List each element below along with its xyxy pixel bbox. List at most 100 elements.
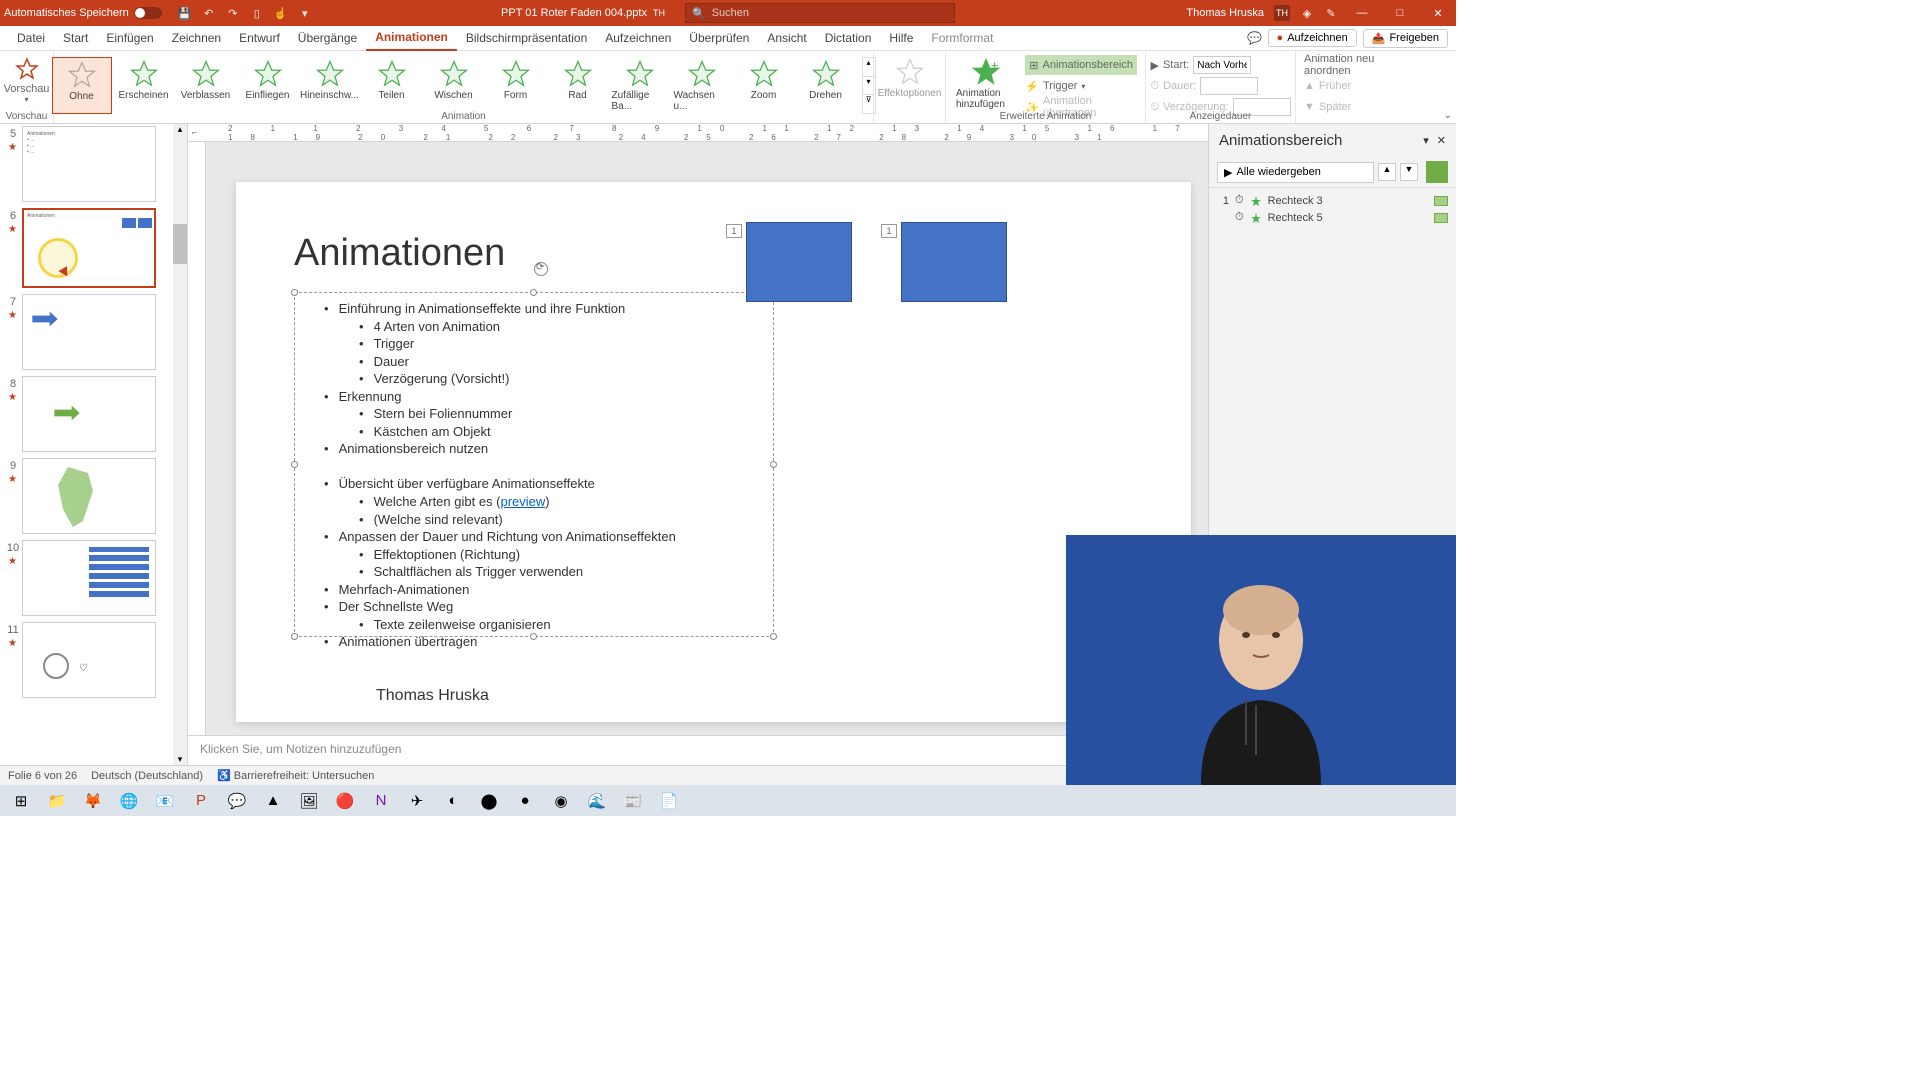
tab-einfuegen[interactable]: Einfügen [97,26,162,51]
start-select[interactable] [1193,56,1251,74]
slide-title[interactable]: Animationen [294,232,505,275]
move-earlier[interactable]: ▲Früher [1304,76,1418,96]
anim-zufall[interactable]: Zufällige Ba... [610,57,670,114]
animation-entry-2[interactable]: ⏱ Rechteck 5 [1213,209,1452,226]
content-body[interactable]: Einführung in Animationseffekte und ihre… [304,300,676,651]
timing-start[interactable]: ▶Start: [1150,55,1290,75]
slide-editor[interactable]: Animationen [206,142,1208,735]
close-button[interactable]: ✕ [1424,0,1452,26]
thumbnail-8[interactable]: 8★ [4,376,183,452]
add-animation-button[interactable]: + Animation hinzufügen [950,53,1021,119]
animation-tag-1[interactable]: 1 [726,224,742,238]
app-icon-4[interactable]: ◐ [436,787,470,815]
diamond-icon[interactable]: ◈ [1300,6,1314,20]
thumbnail-6[interactable]: 6★ Animationen [4,208,183,288]
app-icon-5[interactable]: ● [508,787,542,815]
anim-form[interactable]: Form [486,57,546,114]
user-name[interactable]: Thomas Hruska [1186,7,1264,19]
tab-hilfe[interactable]: Hilfe [880,26,922,51]
tab-formformat[interactable]: Formformat [922,26,1002,51]
anim-wachsen[interactable]: Wachsen u... [672,57,732,114]
thumbnail-5[interactable]: 5★ Animationen• ...• ...• ... [4,126,183,202]
close-pane-icon[interactable]: ✕ [1437,134,1446,147]
app-icon-8[interactable]: 📄 [652,787,686,815]
explorer-icon[interactable]: 📁 [40,787,74,815]
user-avatar[interactable]: TH [1274,5,1290,21]
play-all-button[interactable]: ▶Alle wiedergeben [1217,162,1374,183]
anim-teilen[interactable]: Teilen [362,57,422,114]
search-box[interactable]: 🔍 [685,3,955,23]
autosave-toggle[interactable]: Automatisches Speichern [4,7,162,19]
animation-tag-2[interactable]: 1 [881,224,897,238]
anim-wischen[interactable]: Wischen [424,57,484,114]
thumbnail-7[interactable]: 7★ [4,294,183,370]
app-icon-2[interactable]: 🖼 [292,787,326,815]
anim-drehen[interactable]: Drehen [796,57,856,114]
accessibility-checker[interactable]: ♿ Barrierefreiheit: Untersuchen [217,769,374,782]
preview-link[interactable]: preview [501,494,546,509]
preview-button[interactable]: Vorschau▾ [0,53,55,108]
slide-canvas[interactable]: Animationen [236,182,1191,722]
tab-zeichnen[interactable]: Zeichnen [163,26,230,51]
maximize-button[interactable]: □ [1386,0,1414,26]
touch-icon[interactable]: ☝ [274,6,288,20]
anim-einfliegen[interactable]: Einfliegen [238,57,298,114]
timing-duration[interactable]: ⏱Dauer: [1150,76,1290,96]
move-down-button[interactable]: ▼ [1400,163,1418,181]
pen-icon[interactable]: ✎ [1324,6,1338,20]
anim-ohne[interactable]: Ohne [52,57,112,114]
tab-dictation[interactable]: Dictation [816,26,881,51]
trigger-button[interactable]: ⚡Trigger▾ [1025,76,1137,96]
move-up-button[interactable]: ▲ [1378,163,1396,181]
obs-icon[interactable]: ⬤ [472,787,506,815]
notes-pane[interactable]: Klicken Sie, um Notizen hinzuzufügen [188,735,1208,765]
telegram-icon[interactable]: ✈ [400,787,434,815]
app-icon[interactable]: 💬 [220,787,254,815]
anim-zoom[interactable]: Zoom [734,57,794,114]
vlc-icon[interactable]: ▲ [256,787,290,815]
anim-verblassen[interactable]: Verblassen [176,57,236,114]
collapse-ribbon-icon[interactable]: ⌄ [1444,110,1452,121]
anim-hineinschweben[interactable]: Hineinschw... [300,57,360,114]
tab-bildschirmpraesentation[interactable]: Bildschirmpräsentation [457,26,596,51]
app-icon-3[interactable]: 🔴 [328,787,362,815]
share-button[interactable]: 📤Freigeben [1363,29,1448,48]
rotate-handle[interactable] [534,262,548,276]
firefox-icon[interactable]: 🦊 [76,787,110,815]
anim-erscheinen[interactable]: Erscheinen [114,57,174,114]
undo-icon[interactable]: ↶ [202,6,216,20]
qat-more-icon[interactable]: ▾ [298,6,312,20]
tab-animationen[interactable]: Animationen [366,26,457,51]
start-button[interactable]: ⊞ [4,787,38,815]
comments-icon[interactable]: 💬 [1248,31,1262,45]
pane-options-icon[interactable]: ▾ [1423,134,1429,147]
thumbnail-11[interactable]: 11★ ♡ [4,622,183,698]
tab-entwurf[interactable]: Entwurf [230,26,289,51]
present-icon[interactable]: ▯ [250,6,264,20]
redo-icon[interactable]: ↷ [226,6,240,20]
move-later[interactable]: ▼Später [1304,97,1418,117]
search-input[interactable] [712,7,948,19]
tab-aufzeichnen[interactable]: Aufzeichnen [596,26,680,51]
powerpoint-icon[interactable]: P [184,787,218,815]
duration-input[interactable] [1200,77,1258,95]
timeline-zoom-button[interactable] [1426,161,1448,183]
tab-uebergaenge[interactable]: Übergänge [289,26,366,51]
animation-pane-toggle[interactable]: ⊞Animationsbereich [1025,55,1137,75]
edge-icon[interactable]: 🌊 [580,787,614,815]
thumbnail-9[interactable]: 9★ [4,458,183,534]
anim-rad[interactable]: Rad [548,57,608,114]
record-button[interactable]: ●Aufzeichnen [1268,29,1357,47]
rectangle-3[interactable] [746,222,852,302]
onenote-icon[interactable]: N [364,787,398,815]
thumbnail-10[interactable]: 10★ [4,540,183,616]
author-text[interactable]: Thomas Hruska [376,687,489,705]
outlook-icon[interactable]: 📧 [148,787,182,815]
rectangle-5[interactable] [901,222,1007,302]
tab-ueberpruefen[interactable]: Überprüfen [680,26,758,51]
tab-ansicht[interactable]: Ansicht [758,26,815,51]
chrome-icon[interactable]: 🌐 [112,787,146,815]
animation-entry-1[interactable]: 1 ⏱ Rechteck 3 [1213,192,1452,209]
slide-counter[interactable]: Folie 6 von 26 [8,770,77,782]
tab-start[interactable]: Start [54,26,97,51]
